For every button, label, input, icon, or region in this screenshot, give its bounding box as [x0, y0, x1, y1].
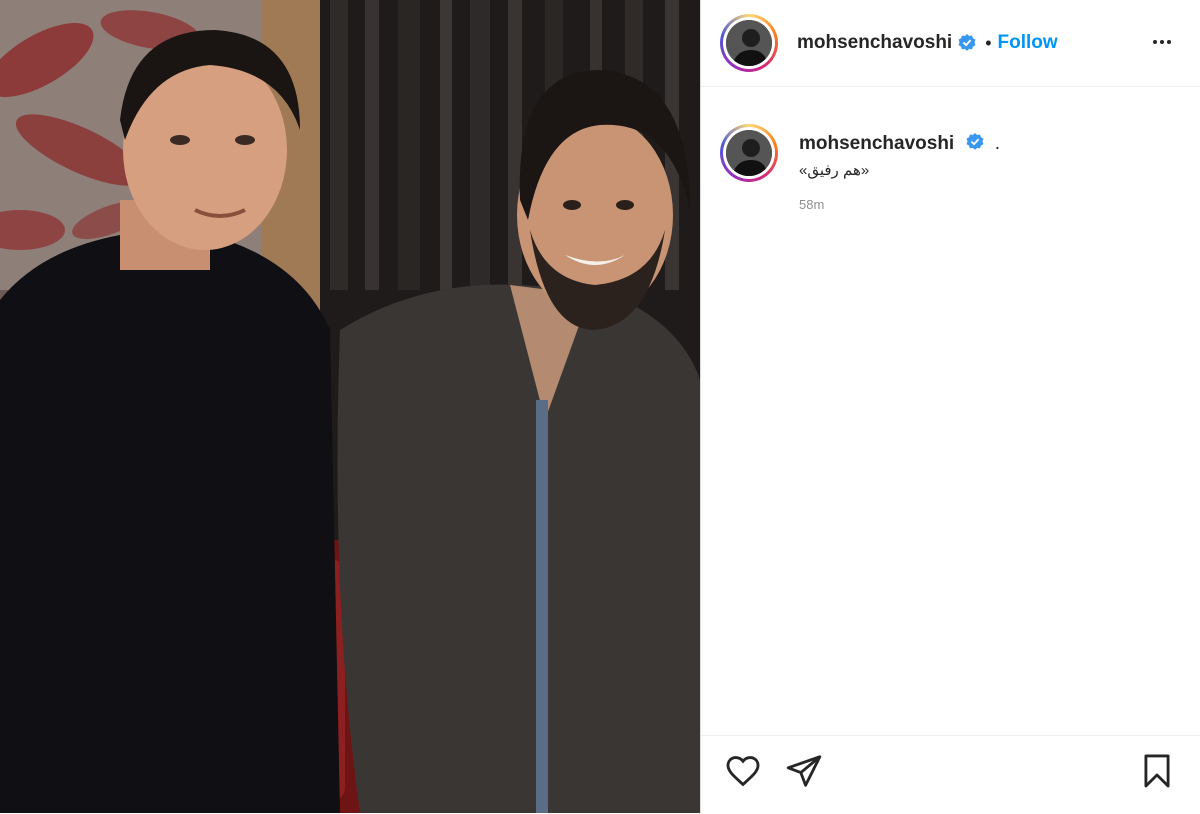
post-header: mohsenchavoshi • Follow — [701, 0, 1200, 87]
paper-plane-icon[interactable] — [785, 752, 823, 790]
caption-text: «هم رفیق» — [799, 162, 870, 179]
comment-username[interactable]: mohsenchavoshi — [799, 133, 954, 154]
heart-icon[interactable] — [724, 752, 762, 790]
comment-avatar-portrait — [726, 130, 772, 176]
action-bar — [701, 735, 1200, 814]
post-details-panel: mohsenchavoshi • Follow mohsenchavoshi .… — [700, 0, 1200, 813]
header-separator: • — [985, 32, 992, 53]
avatar[interactable] — [720, 14, 778, 72]
caption-suffix: . — [994, 133, 1001, 154]
avatar-border — [723, 17, 775, 69]
more-options-icon[interactable] — [1150, 30, 1174, 54]
avatar-portrait — [726, 20, 772, 66]
post-photo[interactable] — [0, 0, 700, 813]
comment-header: mohsenchavoshi . — [799, 133, 1000, 155]
header-username[interactable]: mohsenchavoshi — [797, 32, 952, 54]
comment-avatar-image — [726, 130, 772, 176]
follow-button[interactable]: Follow — [998, 32, 1058, 54]
comment-verified-badge-icon — [966, 133, 983, 150]
comment-avatar[interactable] — [720, 124, 778, 182]
post-timestamp[interactable]: 58m — [799, 197, 1000, 212]
post-photo-illustration — [0, 0, 700, 813]
bookmark-icon[interactable] — [1138, 752, 1176, 790]
comment-avatar-border — [723, 127, 775, 179]
comment-body: mohsenchavoshi . «هم رفیق» 58m — [799, 133, 1000, 212]
caption-comment: mohsenchavoshi . «هم رفیق» 58m — [720, 124, 1000, 212]
verified-badge-icon — [958, 34, 976, 51]
avatar-image — [726, 20, 772, 66]
